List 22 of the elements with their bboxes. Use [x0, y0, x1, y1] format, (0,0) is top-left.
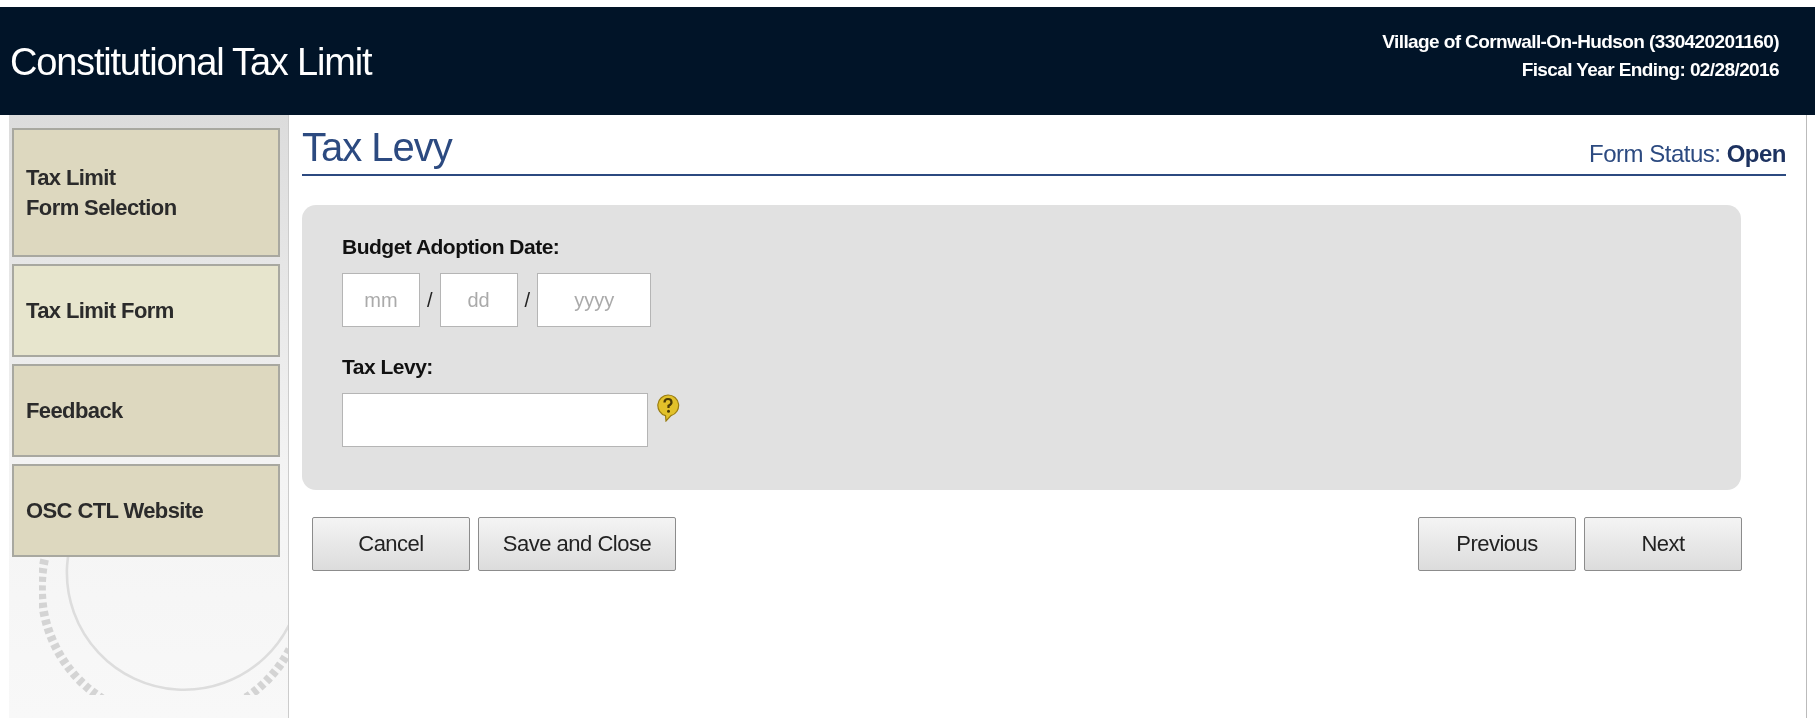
entity-name: Village of Cornwall-On-Hudson (330420201160) — [1382, 31, 1779, 53]
action-button[interactable]: Save and Close — [478, 517, 676, 571]
sidebar-item[interactable]: Tax Limit Form — [12, 264, 280, 357]
sidebar-item[interactable]: Feedback — [12, 364, 280, 457]
action-button[interactable]: Cancel — [312, 517, 470, 571]
app-title: Constitutional Tax Limit — [10, 41, 372, 84]
date-separator: / — [524, 288, 531, 312]
date-field[interactable]: mm — [342, 273, 420, 327]
fiscal-year: Fiscal Year Ending: 02/28/2016 — [1521, 59, 1779, 81]
sidebar-item[interactable]: OSC CTL Website — [12, 464, 280, 557]
field-label: Budget Adoption Date: — [342, 235, 561, 259]
date-field[interactable]: yyyy — [537, 273, 652, 327]
sidebar-item[interactable]: Tax Limit Form Selection — [12, 128, 280, 257]
nav-button[interactable]: Previous — [1418, 517, 1576, 571]
date-separator: / — [427, 288, 433, 312]
page-title: Tax Levy — [302, 125, 452, 170]
field-label: Tax Levy: — [342, 355, 434, 379]
date-field[interactable]: dd — [439, 273, 518, 327]
tax-levy-field[interactable] — [342, 393, 648, 447]
help-icon[interactable] — [656, 394, 680, 422]
nav-button[interactable]: Next — [1584, 517, 1742, 571]
form-status: Form Status: Open — [1589, 140, 1786, 169]
